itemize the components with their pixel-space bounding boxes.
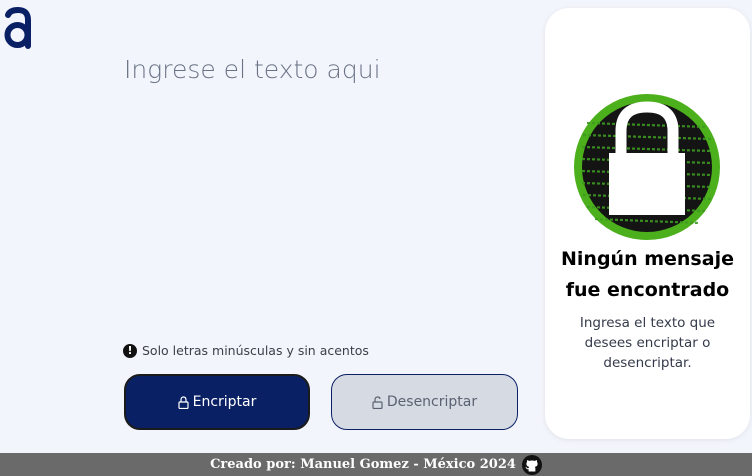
github-icon[interactable] [521, 454, 542, 475]
empty-result-description: Ingresa el texto que desees encriptar o … [579, 315, 716, 371]
padlock-code-icon [574, 94, 720, 240]
unlock-icon [372, 395, 383, 409]
decrypt-label: Desencriptar [386, 394, 478, 410]
lock-icon [178, 395, 189, 409]
empty-result-title: Ningún mensaje fue encontrado [561, 248, 734, 301]
encrypt-label: Encriptar [192, 394, 257, 410]
hint-text: Solo letras minúsculas y sin acentos [142, 343, 369, 358]
input-hint: ! Solo letras minúsculas y sin acentos [123, 343, 369, 358]
decrypt-button[interactable]: Desencriptar [331, 374, 518, 430]
exclamation-icon: ! [123, 343, 137, 358]
text-input[interactable] [124, 55, 524, 325]
footer-text: Creado por: Manuel Gomez - México 2024 [210, 457, 516, 472]
alura-logo [4, 6, 31, 49]
encrypt-button[interactable]: Encriptar [124, 374, 310, 430]
result-panel: Ningún mensaje fue encontrado Ingresa el… [545, 8, 750, 439]
footer: Creado por: Manuel Gomez - México 2024 [0, 453, 752, 476]
